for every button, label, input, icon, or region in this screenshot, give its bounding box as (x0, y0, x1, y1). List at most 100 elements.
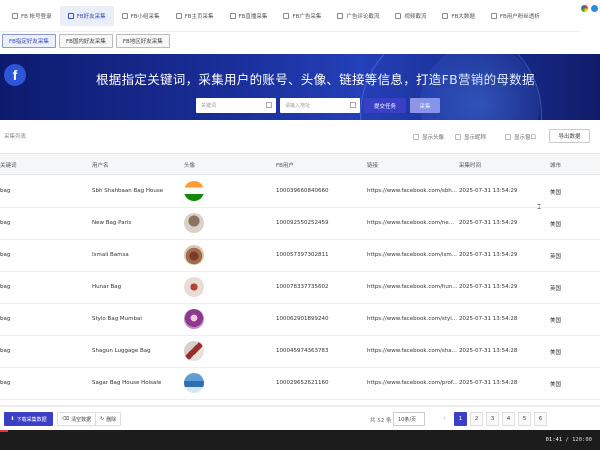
top-tab-3[interactable]: FB主页采集 (168, 6, 222, 26)
cell-username: Sagar Bag House Holsale (92, 380, 162, 386)
top-tab-2[interactable]: FB小组采集 (114, 6, 168, 26)
cell-keyword: bag (0, 220, 11, 226)
cell-username: New Bag Paris (92, 220, 132, 226)
tab-icon (121, 12, 128, 19)
top-tab-6[interactable]: 广告评论截流 (329, 6, 387, 26)
clear-label: 清空数据 (71, 416, 92, 423)
chrome-icon[interactable] (580, 4, 588, 12)
table-row[interactable]: bag Ismail Bamsa 100057397302811 https://ww… (0, 240, 600, 272)
table-row[interactable]: bag Shagun Luggage Bag 100045974363783 http… (0, 336, 600, 368)
cell-link[interactable]: https://www.facebook.com/styl... (367, 316, 457, 322)
video-timer: 01:41 / 120:00 (546, 437, 592, 443)
table-footer: ⬇ 下载采集数据 ⌫ 清空数据 ↻ 删除 共 52 条 10条/页 ‹ 1 2 3 4 5… (0, 406, 600, 430)
page-button-1[interactable]: 1 (454, 412, 467, 426)
collect-button[interactable]: 采集 (410, 98, 440, 113)
cell-city: 英国 (550, 254, 562, 260)
top-tab-5[interactable]: FB广告采集 (275, 6, 329, 26)
cell-link[interactable]: https://www.facebook.com/prof... (367, 380, 458, 386)
tab-icon (442, 12, 449, 19)
cell-link[interactable]: https://www.facebook.com/sha... (367, 348, 457, 354)
cell-fbid: 100039660840660 (276, 188, 329, 194)
top-tab-label: 视频截流 (404, 13, 427, 20)
cell-city: 美国 (550, 382, 562, 388)
top-tab-0[interactable]: FB 帐号登录 (4, 6, 60, 26)
checkbox-icon (413, 134, 419, 140)
avatar (184, 181, 204, 201)
cell-keyword: bag (0, 380, 11, 386)
prev-page-button[interactable]: ‹ (438, 412, 451, 426)
clear-icon: ⌫ (62, 416, 70, 422)
total-count: 共 52 条 (370, 418, 392, 424)
tab-icon (395, 12, 402, 19)
header-keyword: 关键词 (0, 163, 17, 169)
cell-keyword: bag (0, 188, 11, 194)
top-tab-label: FB 帐号登录 (21, 13, 52, 20)
cell-link[interactable]: https://www.facebook.com/ism... (367, 252, 457, 258)
sub-tab-1[interactable]: FB国内好友采集 (58, 34, 113, 48)
top-tab-label: FB小组采集 (130, 13, 160, 20)
video-progress[interactable] (0, 430, 9, 432)
page-size-select[interactable]: 10条/页 (393, 412, 425, 426)
top-tab-label: FB大数据 (451, 13, 475, 20)
top-tab-1[interactable]: FB好友采集 (59, 5, 114, 26)
checkbox-label: 显示头像 (422, 135, 445, 141)
top-tab-7[interactable]: 视频截流 (387, 6, 434, 26)
sub-tabs: FB指定好友采集 FB国内好友采集 FB地区好友采集 (0, 32, 170, 50)
download-data-button[interactable]: ⬇ 下载采集数据 (4, 412, 53, 426)
header-fbid: FB用户 (276, 163, 294, 169)
table-row[interactable]: bag Sagar Bag House Holsale 10002965262116… (0, 368, 600, 400)
cell-fbid: 100062901899240 (276, 316, 329, 322)
top-tab-8[interactable]: FB大数据 (434, 6, 482, 26)
keyword-input[interactable]: 关键词 (196, 98, 276, 113)
show-window-checkbox[interactable]: 显示窗口 (505, 133, 536, 141)
page-button-5[interactable]: 5 (518, 412, 531, 426)
video-player-bar: 01:41 / 120:00 (0, 430, 600, 450)
list-title: 采集列表 (4, 134, 27, 140)
cell-link[interactable]: https://www.facebook.com/hun... (367, 284, 458, 290)
cell-keyword: bag (0, 348, 11, 354)
page-button-2[interactable]: 2 (470, 412, 483, 426)
cell-keyword: bag (0, 316, 11, 322)
page-button-6[interactable]: 6 (534, 412, 547, 426)
table-row[interactable]: bag New Bag Paris 100092550252459 https://w… (0, 208, 600, 240)
cell-username: Ismail Bamsa (92, 252, 129, 258)
cell-username: Stylo Bag Mumbai (92, 316, 142, 322)
cell-link[interactable]: https://www.facebook.com/ne... (367, 220, 454, 226)
page-button-4[interactable]: 4 (502, 412, 515, 426)
url-input[interactable]: 请输入地址 (280, 98, 360, 113)
table-row[interactable]: bag Sbh Shahbaan Bag House 100039660840660… (0, 176, 600, 208)
top-nav: FB 帐号登录 FB好友采集 FB小组采集 FB主页采集 FB直播采集 FB广告采集 广告评… (0, 0, 580, 32)
top-tab-4[interactable]: FB直播采集 (222, 6, 276, 26)
clipboard-icon[interactable] (266, 102, 272, 108)
clipboard-icon[interactable] (350, 102, 356, 108)
table-row[interactable]: bag Hunar Bag 100078337735602 https://www.f… (0, 272, 600, 304)
top-tab-label: FB直播采集 (238, 13, 268, 20)
tab-icon (67, 12, 74, 19)
url-placeholder: 请输入地址 (285, 103, 311, 109)
cell-time: 2025-07-31 13:54:28 (459, 380, 518, 386)
tab-icon (490, 12, 497, 19)
cell-time: 2025-07-31 13:54:28 (459, 316, 518, 322)
table-row[interactable]: bag Stylo Bag Mumbai 100062901899240 https:… (0, 304, 600, 336)
top-tab-label: FB主页采集 (184, 13, 214, 20)
download-icon: ⬇ (10, 416, 15, 422)
clear-data-button[interactable]: ⌫ 清空数据 (57, 412, 97, 426)
header-username: 用户名 (92, 163, 109, 169)
sub-tab-0[interactable]: FB指定好友采集 (2, 34, 56, 48)
show-avatar-checkbox[interactable]: 显示头像 (413, 133, 444, 141)
delete-button[interactable]: ↻ 删除 (95, 412, 122, 426)
submit-task-button[interactable]: 提交任务 (364, 98, 406, 113)
show-nickname-checkbox[interactable]: 显示昵称 (455, 133, 486, 141)
sub-tab-2[interactable]: FB地区好友采集 (115, 34, 170, 48)
page-button-3[interactable]: 3 (486, 412, 499, 426)
cell-link[interactable]: https://www.facebook.com/sbh... (367, 188, 457, 194)
tab-icon (283, 12, 290, 19)
cell-city: 美国 (550, 318, 562, 324)
top-tab-9[interactable]: FB用户粉丝透析 (483, 6, 548, 26)
edge-icon[interactable] (590, 4, 598, 12)
list-toolbar: 采集列表 显示头像 显示昵称 显示窗口 导出数据 (0, 124, 600, 150)
export-data-button[interactable]: 导出数据 (549, 129, 590, 143)
avatar (184, 277, 204, 297)
facebook-logo-icon: f (4, 64, 26, 86)
cell-fbid: 100045974363783 (276, 348, 329, 354)
